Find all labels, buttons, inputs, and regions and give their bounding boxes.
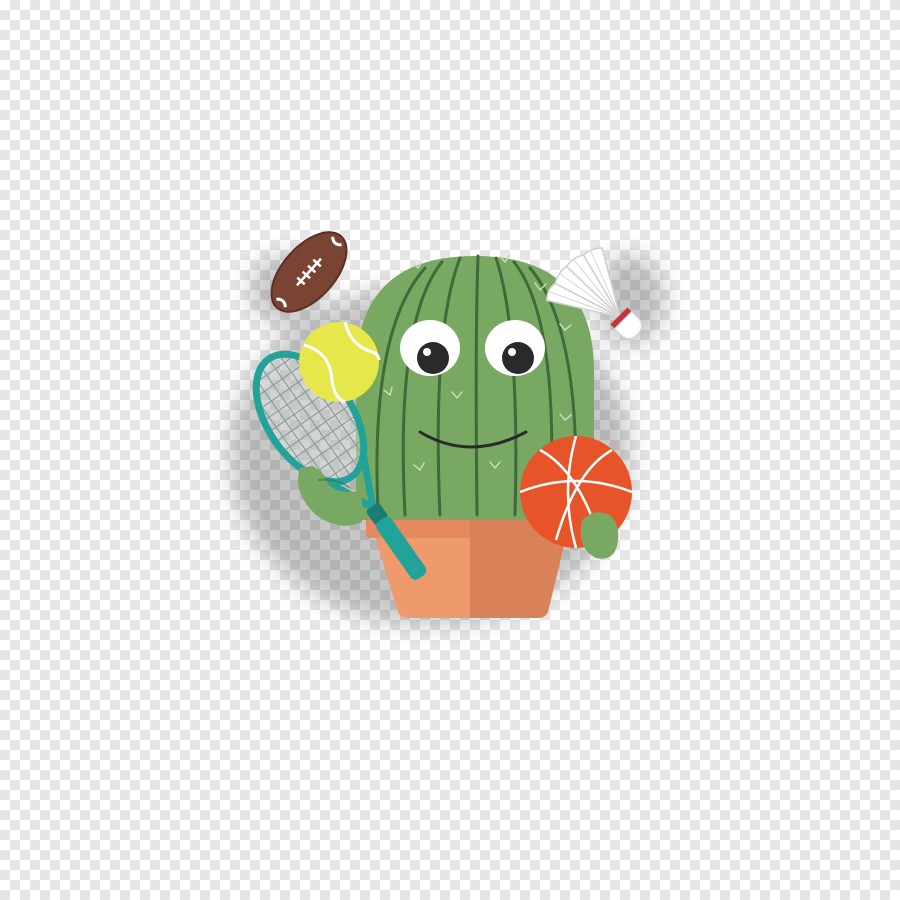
illustration-canvas xyxy=(0,0,900,900)
left-eye xyxy=(400,320,460,376)
cactus-sports-illustration xyxy=(230,231,665,625)
tennis-ball-icon xyxy=(299,321,381,404)
right-eye xyxy=(485,320,545,376)
